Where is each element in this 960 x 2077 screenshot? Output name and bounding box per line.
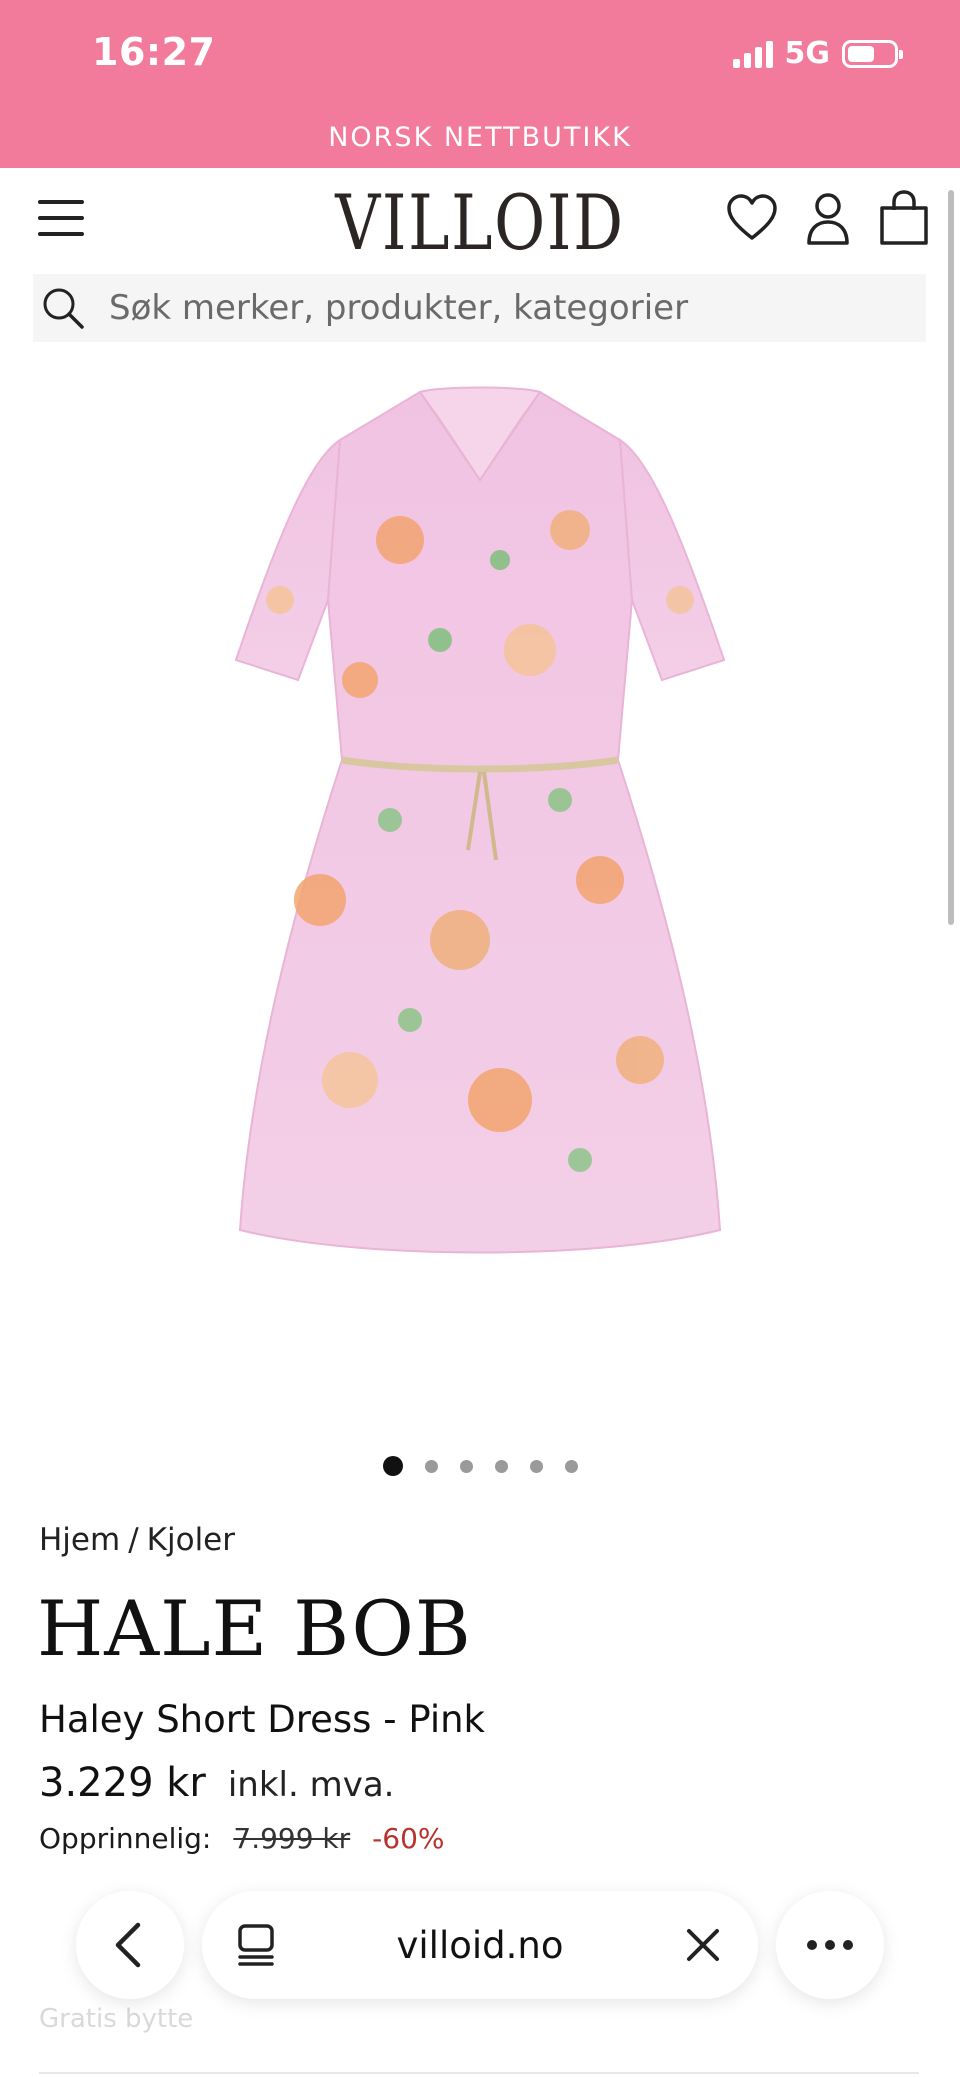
- url-text[interactable]: villoid.no: [280, 1924, 680, 1967]
- product-price: 3.229 kr: [39, 1760, 206, 1806]
- close-icon[interactable]: [680, 1922, 726, 1968]
- menu-icon[interactable]: [38, 200, 84, 236]
- product-brand[interactable]: HALE BOB: [37, 1584, 472, 1673]
- user-icon[interactable]: [802, 190, 854, 246]
- battery-icon: [842, 39, 903, 68]
- carousel-dot[interactable]: [494, 1459, 508, 1473]
- product-name: Haley Short Dress - Pink: [39, 1698, 485, 1741]
- status-indicators: 5G: [732, 36, 903, 71]
- divider: [39, 2072, 919, 2074]
- breadcrumb-separator: /: [128, 1522, 139, 1558]
- page-scrollbar[interactable]: [948, 190, 954, 925]
- carousel-dot[interactable]: [564, 1459, 578, 1473]
- price-row: 3.229 kr inkl. mva.: [39, 1760, 394, 1806]
- search-bar[interactable]: [33, 274, 926, 342]
- product-image[interactable]: [200, 380, 760, 1260]
- header-actions: [726, 190, 930, 246]
- back-icon: [115, 1922, 141, 1968]
- original-price-row: Opprinnelig: 7.999 kr -60%: [39, 1822, 445, 1855]
- carousel-dot[interactable]: [459, 1459, 473, 1473]
- heart-icon[interactable]: [726, 190, 778, 246]
- breadcrumb: Hjem / Kjoler: [39, 1522, 235, 1558]
- carousel-dots: [0, 1456, 960, 1476]
- discount-badge: -60%: [372, 1822, 445, 1855]
- vat-note: inkl. mva.: [227, 1765, 395, 1805]
- carousel-dot[interactable]: [424, 1459, 438, 1473]
- carousel-dot[interactable]: [382, 1456, 403, 1476]
- original-price: 7.999 kr: [233, 1822, 351, 1855]
- network-label: 5G: [784, 36, 831, 71]
- bag-icon[interactable]: [878, 190, 930, 246]
- status-time: 16:27: [92, 30, 216, 74]
- browser-toolbar: villoid.no: [0, 1875, 960, 2025]
- more-button[interactable]: [776, 1891, 884, 1999]
- more-icon: [807, 1940, 853, 1950]
- back-button[interactable]: [76, 1891, 184, 1999]
- store-banner: NORSK NETTBUTIKK: [328, 122, 632, 153]
- search-input[interactable]: [109, 288, 889, 328]
- site-header: VILLOID: [0, 168, 960, 270]
- original-label: Opprinnelig:: [39, 1822, 212, 1855]
- breadcrumb-category[interactable]: Kjoler: [147, 1522, 235, 1558]
- carousel-dot[interactable]: [529, 1459, 543, 1473]
- search-icon: [43, 288, 84, 329]
- address-bar[interactable]: villoid.no: [202, 1891, 758, 1999]
- signal-icon: [732, 40, 773, 68]
- breadcrumb-home[interactable]: Hjem: [39, 1522, 120, 1558]
- tabs-icon[interactable]: [234, 1922, 280, 1968]
